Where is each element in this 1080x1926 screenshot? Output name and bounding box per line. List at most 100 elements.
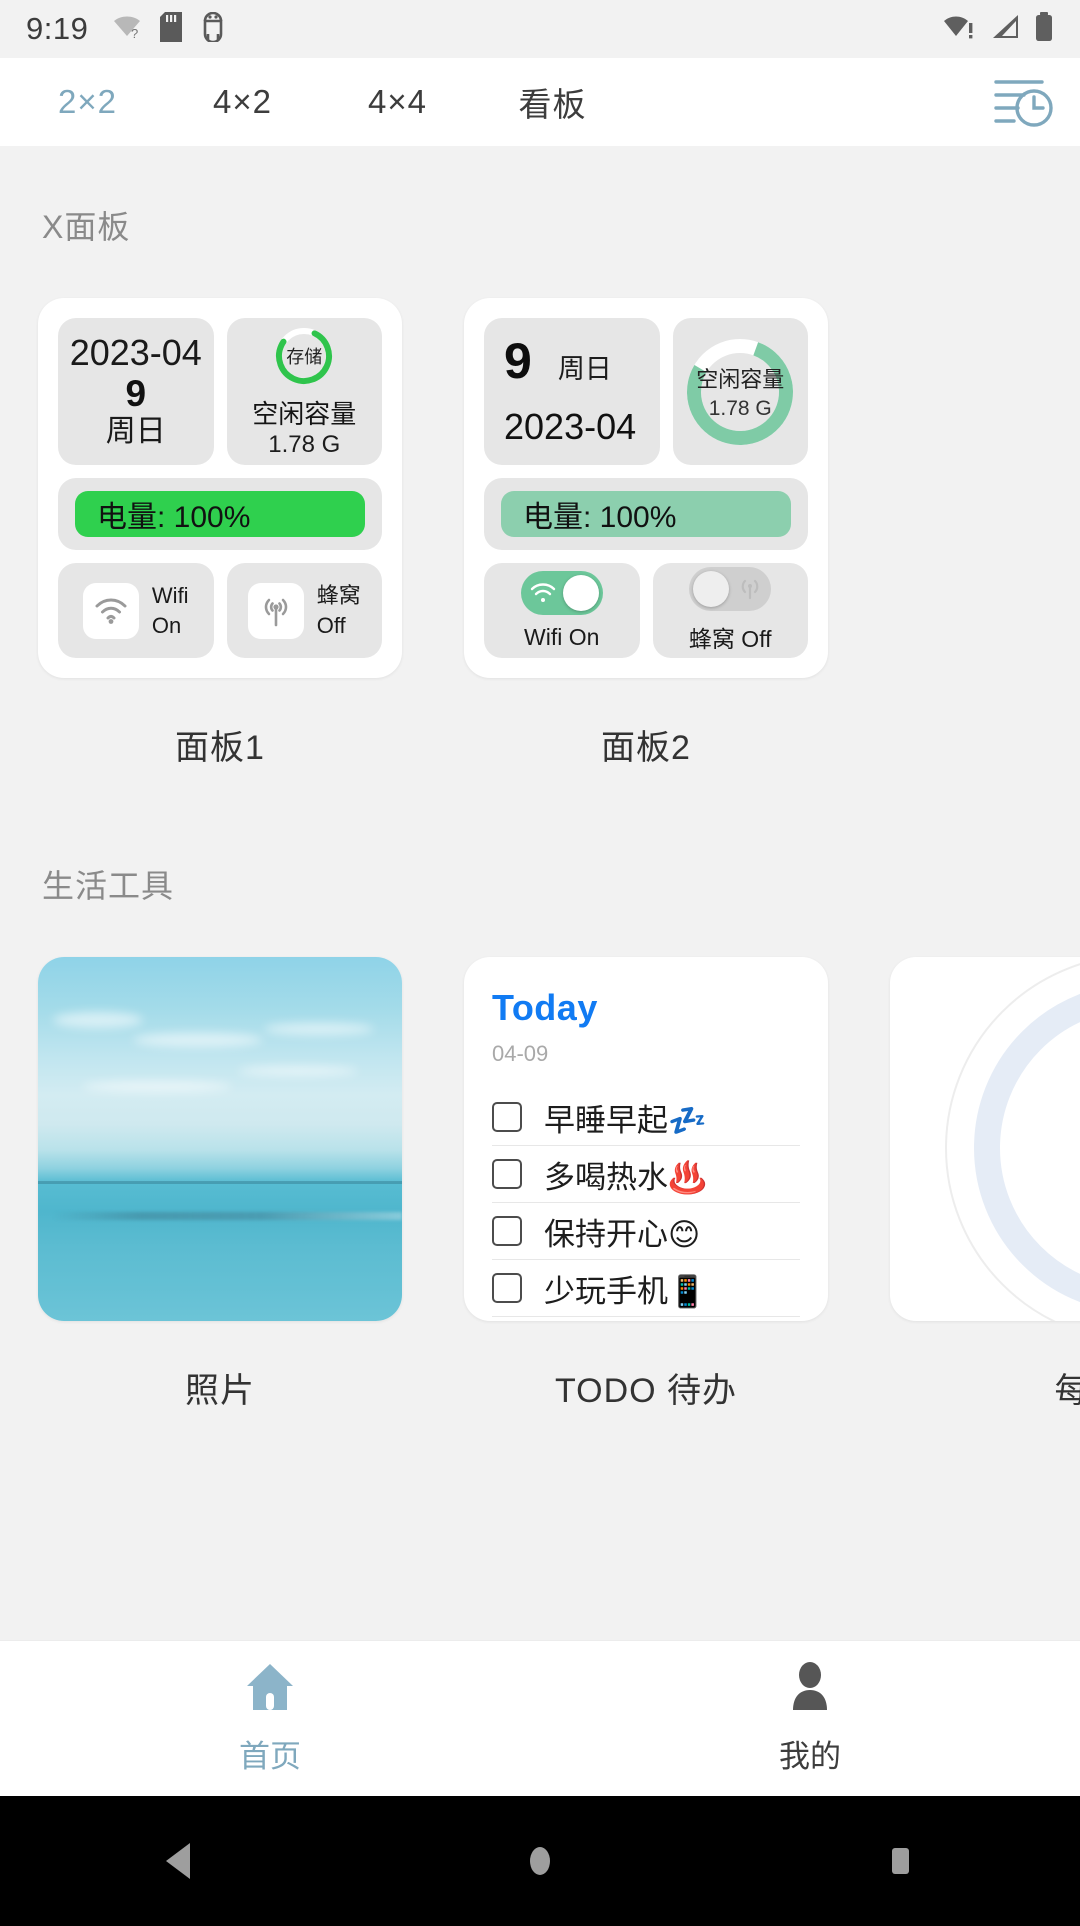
tool-item-photo[interactable]: 照片 — [38, 957, 402, 1412]
home-circle-icon[interactable] — [360, 1839, 720, 1883]
tool-item-clock[interactable]: 每 每 — [890, 957, 1080, 1412]
panel-1-cellular-name: 蜂窝 — [317, 581, 361, 611]
nav-item-home-label: 首页 — [239, 1731, 301, 1776]
todo-list: 早睡早起💤 多喝热水♨️ 保持开心😊 少玩手机📱 — [492, 1089, 800, 1317]
status-bar: 9:19 ? — [0, 0, 1080, 58]
panel-2-cellular-label: 蜂窝 Off — [689, 620, 772, 654]
person-icon — [783, 1662, 837, 1717]
tab-4x4[interactable]: 4×4 — [320, 83, 475, 121]
panel-2-day-row: 9 周日 — [504, 336, 612, 386]
clock-widget-label: 每 — [1055, 1363, 1080, 1412]
wifi-icon — [83, 583, 139, 639]
panel-2-weekday: 周日 — [558, 347, 612, 386]
panel-1-storage-caption: 空闲容量 — [252, 394, 356, 431]
todo-checkbox[interactable] — [492, 1216, 522, 1246]
panel-1-storage-value: 1.78 G — [268, 431, 340, 459]
panel-1-cellular-status: 蜂窝 Off — [317, 581, 361, 640]
panel-1-wifi-name: Wifi — [152, 581, 189, 611]
panel-2-card[interactable]: 9 周日 2023-04 空闲容量 — [464, 298, 828, 678]
scroll-content[interactable]: X面板 2023-04 9 周日 — [0, 146, 1080, 1640]
panel-1-year-month: 2023-04 — [70, 335, 202, 372]
svg-text:?: ? — [131, 26, 138, 41]
panel-2-day: 9 — [504, 336, 532, 386]
tab-bar: 2×2 4×2 4×4 看板 — [0, 58, 1080, 146]
panel-2-battery-text: 电量: 100% — [501, 491, 791, 537]
recents-square-icon[interactable] — [720, 1839, 1080, 1883]
sea-and-sky-photo — [38, 957, 402, 1321]
panel-1-card[interactable]: 2023-04 9 周日 存储 空闲容量 1.78 — [38, 298, 402, 678]
panel-2-wifi-tile[interactable]: Wifi On — [484, 563, 640, 658]
photo-widget-card[interactable] — [38, 957, 402, 1321]
back-triangle-icon[interactable] — [0, 1839, 360, 1883]
panel-1-day: 9 — [125, 372, 146, 416]
panel-1-cellular-tile[interactable]: 蜂窝 Off — [227, 563, 383, 658]
todo-checkbox[interactable] — [492, 1273, 522, 1303]
tab-4x2[interactable]: 4×2 — [165, 83, 320, 121]
panel-2-year-month: 2023-04 — [504, 406, 636, 448]
list-item[interactable]: 早睡早起💤 — [492, 1089, 800, 1146]
status-bar-clock: 9:19 — [26, 11, 88, 47]
panel-1-storage-tile: 存储 空闲容量 1.78 G — [227, 318, 383, 465]
status-bar-left-icons: ? — [112, 12, 226, 47]
storage-ring-icon: 空闲容量 1.78 G — [681, 333, 799, 451]
todo-item-text: 保持开心😊 — [544, 1209, 700, 1254]
todo-date: 04-09 — [492, 1041, 800, 1067]
todo-widget-body: Today 04-09 早睡早起💤 多喝热水♨️ 保 — [464, 957, 828, 1317]
history-clock-icon[interactable] — [980, 70, 1058, 134]
panel-item-2[interactable]: 9 周日 2023-04 空闲容量 — [464, 298, 828, 769]
todo-title: Today — [492, 987, 800, 1029]
photo-widget-label: 照片 — [185, 1363, 255, 1412]
panel-1-storage-ring-label: 存储 — [273, 325, 335, 387]
list-item[interactable]: 多喝热水♨️ — [492, 1146, 800, 1203]
list-item[interactable]: 保持开心😊 — [492, 1203, 800, 1260]
system-navigation-bar — [0, 1796, 1080, 1926]
battery-full-icon — [1034, 12, 1054, 47]
status-bar-right-icons — [942, 12, 1054, 47]
panel-1-date-tile: 2023-04 9 周日 — [58, 318, 214, 465]
todo-item-text: 少玩手机📱 — [544, 1266, 707, 1311]
nav-item-home[interactable]: 首页 — [0, 1641, 540, 1796]
sd-card-icon — [160, 12, 182, 47]
todo-item-text: 多喝热水♨️ — [544, 1152, 707, 1197]
storage-ring-icon: 存储 — [273, 325, 335, 387]
cellular-toggle-switch[interactable] — [689, 567, 771, 611]
todo-checkbox[interactable] — [492, 1159, 522, 1189]
panel-1-weekday: 周日 — [106, 415, 166, 448]
nav-item-profile-label: 我的 — [779, 1731, 841, 1776]
tab-kanban[interactable]: 看板 — [475, 78, 630, 126]
cellular-tower-icon — [248, 583, 304, 639]
panel-1-wifi-status: Wifi On — [152, 581, 189, 640]
panel-2-cellular-tile[interactable]: 蜂窝 Off — [653, 563, 809, 658]
panel-1-wifi-tile[interactable]: Wifi On — [58, 563, 214, 658]
todo-widget-label: TODO 待办 — [555, 1363, 737, 1412]
nav-item-profile[interactable]: 我的 — [540, 1641, 1080, 1796]
panel-2-top-row: 9 周日 2023-04 空闲容量 — [484, 318, 808, 465]
wifi-toggle-switch[interactable] — [521, 571, 603, 615]
wifi-alert-icon — [942, 13, 976, 46]
bottom-nav-bar: 首页 我的 — [0, 1640, 1080, 1796]
android-debug-icon — [200, 12, 226, 47]
x-panel-row: 2023-04 9 周日 存储 空闲容量 1.78 — [0, 248, 1080, 769]
section-title-x-panel: X面板 — [0, 146, 1080, 248]
tab-2x2[interactable]: 2×2 — [10, 83, 165, 121]
panel-1-cellular-state: Off — [317, 611, 361, 641]
tool-item-todo[interactable]: Today 04-09 早睡早起💤 多喝热水♨️ 保 — [464, 957, 828, 1412]
section-title-life-tools: 生活工具 — [0, 769, 1080, 907]
panel-1-battery-text: 电量: 100% — [75, 491, 365, 537]
todo-checkbox[interactable] — [492, 1102, 522, 1132]
todo-item-text: 早睡早起💤 — [544, 1095, 707, 1140]
wifi-icon — [530, 582, 556, 604]
clock-widget-card[interactable]: 每 — [890, 957, 1080, 1321]
panel-item-1[interactable]: 2023-04 9 周日 存储 空闲容量 1.78 — [38, 298, 402, 769]
list-item[interactable]: 少玩手机📱 — [492, 1260, 800, 1317]
panel-2-date-tile: 9 周日 2023-04 — [484, 318, 660, 465]
panel-2-network-row: Wifi On 蜂窝 Off — [484, 563, 808, 658]
panel-2-battery-tile: 电量: 100% — [484, 478, 808, 550]
todo-widget-card[interactable]: Today 04-09 早睡早起💤 多喝热水♨️ 保 — [464, 957, 828, 1321]
panel-1-top-row: 2023-04 9 周日 存储 空闲容量 1.78 — [58, 318, 382, 465]
panel-2-storage-tile: 空闲容量 1.78 G — [673, 318, 809, 465]
home-icon — [243, 1662, 297, 1717]
panel-2-storage-caption: 空闲容量 — [696, 362, 784, 394]
panel-1-label: 面板1 — [175, 720, 265, 769]
panel-2-wifi-label: Wifi On — [524, 624, 599, 651]
